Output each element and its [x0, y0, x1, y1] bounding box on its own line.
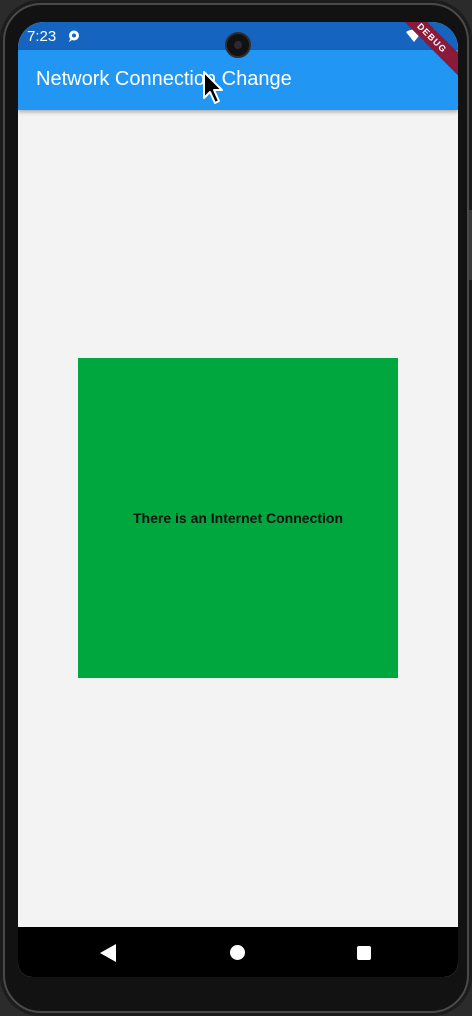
- mouse-cursor-icon: [203, 71, 223, 104]
- connection-status-text: There is an Internet Connection: [132, 510, 344, 526]
- status-time: 7:23: [27, 28, 57, 45]
- back-icon[interactable]: [100, 944, 116, 962]
- front-camera: [225, 32, 251, 58]
- notification-bubble-icon: [69, 30, 79, 42]
- app-body: There is an Internet Connection: [18, 110, 458, 927]
- recents-icon[interactable]: [357, 946, 371, 960]
- phone-device: 7:23 Network Connection Change DEBUG The…: [0, 0, 472, 1016]
- connection-status-box: There is an Internet Connection: [78, 358, 398, 678]
- home-icon[interactable]: [230, 945, 245, 960]
- app-bar: Network Connection Change: [18, 50, 458, 110]
- app-title: Network Connection Change: [36, 68, 292, 90]
- system-nav-bar: [18, 927, 458, 977]
- phone-screen: 7:23 Network Connection Change DEBUG The…: [18, 22, 458, 977]
